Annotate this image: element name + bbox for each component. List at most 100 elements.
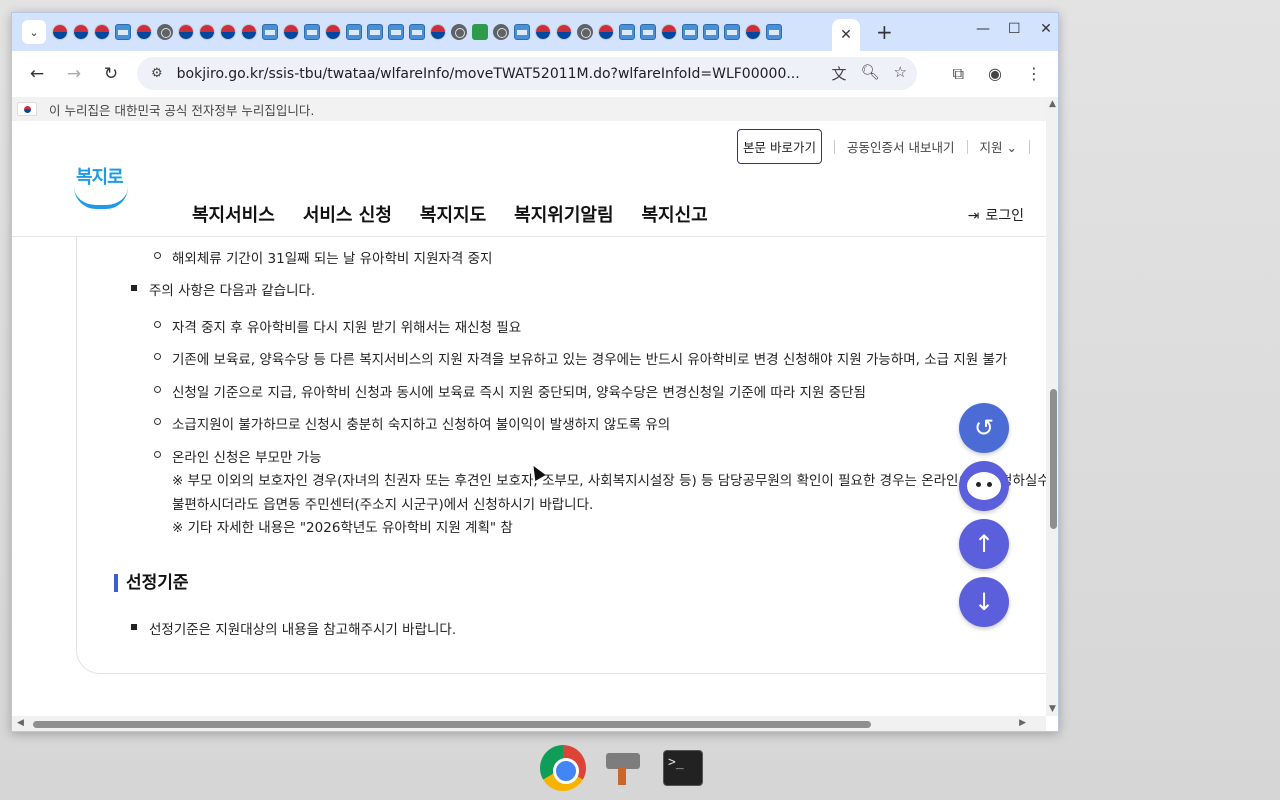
tab-favicon-icon[interactable] bbox=[262, 24, 278, 40]
scroll-down-arrow-icon[interactable]: ▼ bbox=[1049, 704, 1056, 714]
close-window-icon[interactable]: ✕ bbox=[1040, 21, 1052, 37]
tab-search-button[interactable]: ⌄ bbox=[22, 20, 46, 44]
scroll-left-arrow-icon[interactable]: ◀ bbox=[17, 718, 24, 728]
scroll-up-arrow-icon[interactable]: ▲ bbox=[1049, 99, 1056, 109]
vertical-scrollbar[interactable]: ▲ ▼ bbox=[1046, 97, 1058, 716]
cert-export-link[interactable]: 공동인증서 내보내기 bbox=[847, 137, 954, 156]
tab-favicon-icon[interactable] bbox=[640, 24, 656, 40]
tab-favicon-icon[interactable] bbox=[577, 24, 593, 40]
vertical-scroll-thumb[interactable] bbox=[1050, 389, 1057, 529]
reload-button[interactable]: ↻ bbox=[99, 62, 123, 86]
horizontal-scroll-thumb[interactable] bbox=[33, 721, 871, 728]
tab-favicon-icon[interactable] bbox=[178, 24, 194, 40]
toolbar-right: ⧉ ◉ ⋮ bbox=[953, 64, 1042, 84]
tab-favicon-icon[interactable] bbox=[346, 24, 362, 40]
tab-favicon-icon[interactable] bbox=[241, 24, 257, 40]
tab-favicon-icon[interactable] bbox=[682, 24, 698, 40]
tab-favicon-icon[interactable] bbox=[220, 24, 236, 40]
forward-button[interactable]: → bbox=[62, 62, 86, 86]
page-viewport: 이 누리집은 대한민국 공식 전자정부 누리집입니다. 본문 바로가기 공동인증… bbox=[12, 97, 1046, 716]
nav-item-service-application[interactable]: 서비스 신청 bbox=[303, 201, 392, 227]
url-text[interactable]: bokjiro.go.kr/ssis-tbu/twataa/wlfareInfo… bbox=[177, 66, 807, 82]
menu-icon[interactable]: ⋮ bbox=[1026, 64, 1042, 84]
tab-favicon-icon[interactable] bbox=[598, 24, 614, 40]
tab-favicon-icon[interactable] bbox=[199, 24, 215, 40]
terminal-taskbar-item[interactable]: >_ bbox=[660, 745, 706, 791]
tab-favicon-icon[interactable] bbox=[493, 24, 509, 40]
scroll-right-arrow-icon[interactable]: ▶ bbox=[1019, 718, 1026, 728]
tab-favicon-icon[interactable] bbox=[115, 24, 131, 40]
tab-favicon-icon[interactable] bbox=[157, 24, 173, 40]
support-label: 지원 bbox=[979, 140, 1003, 155]
bullet-square-icon bbox=[131, 285, 137, 291]
tab-favicon-icon[interactable] bbox=[367, 24, 383, 40]
divider bbox=[834, 139, 836, 154]
arrow-up-icon: ↑ bbox=[973, 530, 995, 558]
tab-favicon-icon[interactable] bbox=[283, 24, 299, 40]
tab-favicon-icon[interactable] bbox=[451, 24, 467, 40]
note-line: ※ 부모 이외의 보호자인 경우(자녀의 친권자 또는 후견인 보호자, 조부모… bbox=[172, 473, 1046, 489]
minimize-icon[interactable]: — bbox=[976, 21, 990, 37]
skip-to-content-button[interactable]: 본문 바로가기 bbox=[737, 129, 823, 164]
tab-favicon-icon[interactable] bbox=[619, 24, 635, 40]
list-item: 신청일 기준으로 지급, 유아학비 신청과 동시에 보육료 즉시 지원 중단되며… bbox=[172, 385, 866, 401]
support-menu[interactable]: 지원 ⌄ bbox=[980, 137, 1017, 156]
tab-favicon-icon[interactable] bbox=[304, 24, 320, 40]
back-button[interactable]: ← bbox=[25, 62, 49, 86]
tab-favicon-icon[interactable] bbox=[703, 24, 719, 40]
extensions-icon[interactable]: ⧉ bbox=[953, 64, 964, 84]
gov-banner: 이 누리집은 대한민국 공식 전자정부 누리집입니다. bbox=[12, 97, 1046, 121]
translate-icon[interactable]: 文 bbox=[831, 63, 846, 84]
tab-favicon-icon[interactable] bbox=[556, 24, 572, 40]
list-item: 해외체류 기간이 31일째 되는 날 유아학비 지원자격 중지 bbox=[172, 251, 493, 267]
bullet-circle-icon bbox=[154, 386, 161, 393]
bullet-circle-icon bbox=[154, 321, 161, 328]
browser-window: ⌄ ✕ + — ☐ ✕ ← → ↻ ⚙ bokjiro.go.kr/ssis-t… bbox=[11, 12, 1059, 732]
nav-item-welfare-map[interactable]: 복지지도 bbox=[420, 201, 486, 227]
maximize-icon[interactable]: ☐ bbox=[1008, 21, 1021, 37]
address-bar[interactable]: ⚙ bokjiro.go.kr/ssis-tbu/twataa/wlfareIn… bbox=[137, 57, 917, 90]
tab-favicon-icon[interactable] bbox=[766, 24, 782, 40]
login-button[interactable]: ⇥ 로그인 bbox=[968, 205, 1024, 225]
list-item: 온라인 신청은 부모만 가능 bbox=[172, 450, 322, 466]
browser-toolbar: ← → ↻ ⚙ bokjiro.go.kr/ssis-tbu/twataa/wl… bbox=[12, 51, 1058, 97]
tab-favicon-icon[interactable] bbox=[409, 24, 425, 40]
tab-favicon-icon[interactable] bbox=[136, 24, 152, 40]
tab-favicon-icon[interactable] bbox=[724, 24, 740, 40]
tab-favicon-icon[interactable] bbox=[388, 24, 404, 40]
profile-icon[interactable]: ◉ bbox=[988, 64, 1002, 84]
tab-favicon-icon[interactable] bbox=[52, 24, 68, 40]
chatbot-button[interactable] bbox=[959, 461, 1009, 511]
site-info-icon[interactable]: ⚙ bbox=[151, 66, 163, 81]
site-logo[interactable]: 복지로 bbox=[72, 161, 132, 213]
bookmark-star-icon[interactable]: ☆ bbox=[894, 63, 907, 84]
close-tab-icon[interactable]: ✕ bbox=[840, 27, 852, 43]
tab-favicon-icon[interactable] bbox=[661, 24, 677, 40]
nav-item-crisis-alert[interactable]: 복지위기알림 bbox=[514, 201, 613, 227]
zoom-icon[interactable]: 🔍︎ bbox=[861, 63, 880, 84]
arrow-down-icon: ↓ bbox=[973, 588, 995, 616]
recent-history-button[interactable]: ↺ bbox=[959, 403, 1009, 453]
window-controls: — ☐ ✕ bbox=[976, 21, 1052, 37]
tab-favicons[interactable] bbox=[52, 24, 826, 40]
scroll-bottom-button[interactable]: ↓ bbox=[959, 577, 1009, 627]
chrome-taskbar-item[interactable] bbox=[540, 745, 586, 791]
tab-favicon-icon[interactable] bbox=[430, 24, 446, 40]
tab-favicon-icon[interactable] bbox=[745, 24, 761, 40]
taskbar: >_ bbox=[540, 738, 706, 798]
tab-favicon-icon[interactable] bbox=[94, 24, 110, 40]
nav-item-welfare-services[interactable]: 복지서비스 bbox=[192, 201, 275, 227]
active-tab[interactable]: ✕ bbox=[832, 19, 860, 51]
section-title: 선정기준 bbox=[114, 574, 189, 592]
horizontal-scrollbar[interactable]: ◀ ▶ bbox=[12, 716, 1046, 731]
scroll-top-button[interactable]: ↑ bbox=[959, 519, 1009, 569]
tab-favicon-icon[interactable] bbox=[535, 24, 551, 40]
tool-taskbar-item[interactable] bbox=[600, 745, 646, 791]
chevron-down-icon: ⌄ bbox=[1006, 140, 1017, 155]
tab-favicon-icon[interactable] bbox=[325, 24, 341, 40]
tab-favicon-icon[interactable] bbox=[472, 24, 488, 40]
tab-favicon-icon[interactable] bbox=[514, 24, 530, 40]
nav-item-welfare-report[interactable]: 복지신고 bbox=[642, 201, 708, 227]
tab-favicon-icon[interactable] bbox=[73, 24, 89, 40]
new-tab-button[interactable]: + bbox=[876, 20, 893, 44]
